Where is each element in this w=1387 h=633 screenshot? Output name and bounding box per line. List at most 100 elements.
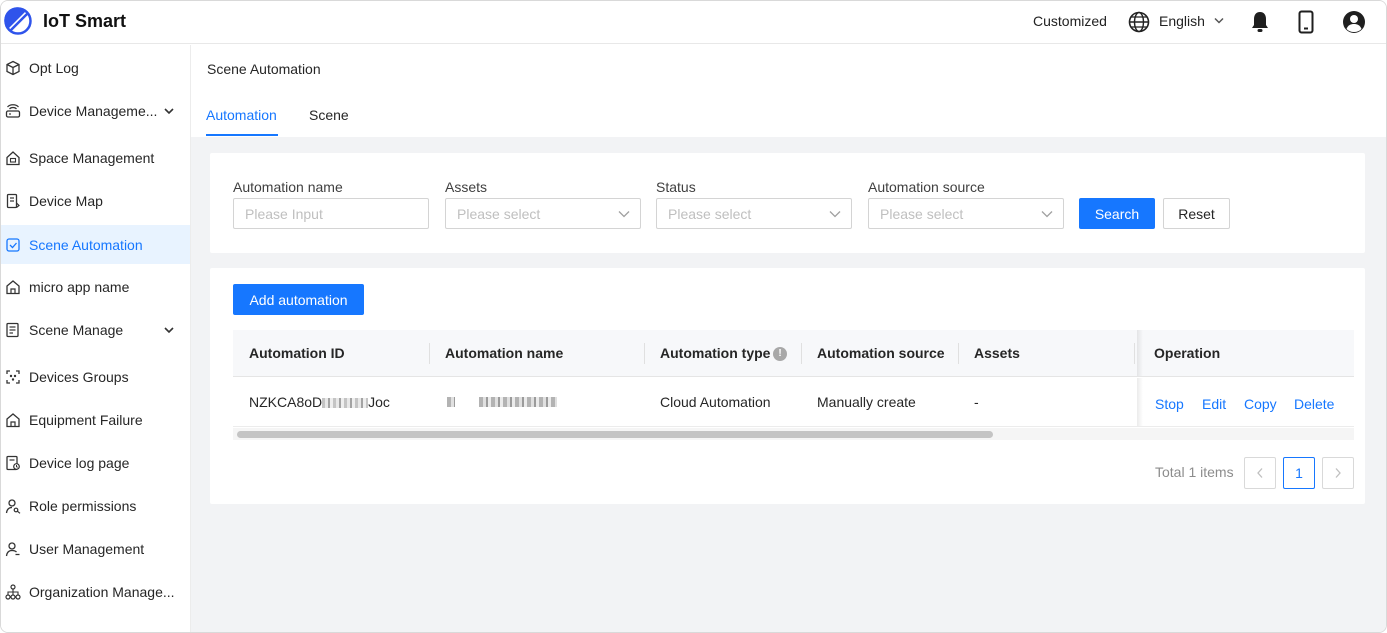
sidebar-item-scene-automation[interactable]: Scene Automation [1, 225, 190, 264]
home-outline-icon [6, 413, 20, 428]
column-automation-id: Automation ID [249, 345, 345, 361]
add-automation-button[interactable]: Add automation [233, 284, 364, 315]
log-icon [6, 455, 20, 471]
main-content: Scene Automation Automation Scene Automa… [191, 45, 1386, 632]
sidebar-item-role-permissions[interactable]: Role permissions [1, 487, 190, 525]
sidebar-item-device-management[interactable]: Device Manageme... [1, 92, 190, 130]
assets-placeholder: Please select [457, 206, 541, 222]
sidebar-item-organization-management[interactable]: Organization Manage... [1, 573, 190, 611]
automation-name-label: Automation name [233, 179, 343, 195]
sidebar-item-label: Devices Groups [29, 369, 129, 385]
chevron-down-icon[interactable] [163, 105, 175, 117]
automation-source-cell: Manually create [817, 394, 916, 410]
pagination-next-button[interactable] [1322, 457, 1354, 489]
edit-link[interactable]: Edit [1202, 396, 1226, 412]
chevron-down-icon [1041, 211, 1053, 218]
chevron-right-icon [1335, 468, 1341, 478]
copy-link[interactable]: Copy [1244, 396, 1277, 412]
sidebar-item-scene-manage[interactable]: Scene Manage [1, 311, 190, 349]
column-automation-name: Automation name [445, 345, 564, 361]
fixed-column-shadow [1137, 378, 1143, 426]
stop-link[interactable]: Stop [1155, 396, 1184, 412]
app-title: IoT Smart [43, 11, 127, 31]
automation-type-cell: Cloud Automation [660, 394, 771, 410]
redacted-text [447, 397, 455, 407]
page-header: Scene Automation Automation Scene [191, 45, 1386, 137]
fixed-column-shadow [1137, 330, 1143, 376]
app-logo-icon [4, 7, 32, 35]
sidebar-item-equipment-failure[interactable]: Equipment Failure [1, 401, 190, 439]
app-window: IoT Smart Customized English Opt Log Dev… [0, 0, 1387, 633]
sidebar-item-label: Organization Manage... [29, 584, 175, 600]
chevron-down-icon [618, 211, 630, 218]
assets-select[interactable]: Please select [445, 198, 641, 229]
pagination-prev-button[interactable] [1244, 457, 1276, 489]
chevron-down-icon[interactable] [163, 324, 175, 336]
automation-list-panel: Add automation Automation ID Automation … [210, 268, 1365, 504]
filter-panel: Automation name Assets Please select Sta… [210, 153, 1365, 253]
org-icon [5, 584, 21, 600]
sidebar-item-label: Device Map [29, 193, 103, 209]
pagination-page-1[interactable]: 1 [1283, 457, 1315, 489]
group-icon [6, 370, 20, 384]
chevron-left-icon [1257, 468, 1263, 478]
cube-icon [6, 60, 20, 76]
column-assets: Assets [974, 345, 1020, 361]
top-bar: IoT Smart Customized English [1, 1, 1386, 44]
automation-source-select[interactable]: Please select [868, 198, 1064, 229]
sidebar-item-micro-app-name[interactable]: micro app name [1, 268, 190, 306]
user-avatar-icon[interactable] [1342, 10, 1366, 34]
column-divider [958, 343, 959, 364]
sidebar: Opt Log Device Manageme... Space Managem… [1, 45, 191, 632]
table-row: NZKCA8oD Joc Cloud Automation Manually cr… [233, 378, 1354, 427]
globe-icon[interactable] [1128, 11, 1150, 33]
search-button[interactable]: Search [1079, 198, 1155, 229]
sidebar-item-label: Scene Automation [29, 236, 143, 253]
assets-cell: - [974, 394, 979, 410]
table-header: Automation ID Automation name Automation… [233, 330, 1354, 377]
sidebar-item-opt-log[interactable]: Opt Log [1, 49, 190, 87]
tab-scene[interactable]: Scene [309, 107, 349, 123]
sidebar-item-devices-groups[interactable]: Devices Groups [1, 358, 190, 396]
tab-automation[interactable]: Automation [206, 107, 277, 123]
active-tab-indicator [206, 134, 278, 136]
column-automation-source: Automation source [817, 345, 945, 361]
map-icon [6, 193, 20, 209]
delete-link[interactable]: Delete [1294, 396, 1334, 412]
pagination-total: Total 1 items [1155, 464, 1234, 480]
column-divider [644, 343, 645, 364]
scrollbar-thumb[interactable] [237, 431, 993, 438]
chevron-down-icon [829, 211, 841, 218]
automation-name-input[interactable] [233, 198, 429, 229]
language-selector[interactable]: English [1159, 13, 1205, 29]
sidebar-item-label: Equipment Failure [29, 412, 143, 428]
bell-icon[interactable] [1251, 11, 1269, 33]
phone-icon[interactable] [1298, 10, 1314, 34]
user-key-icon [5, 499, 21, 514]
column-divider [801, 343, 802, 364]
status-select[interactable]: Please select [656, 198, 852, 229]
router-icon [5, 104, 21, 118]
sidebar-item-label: Space Management [29, 150, 155, 166]
reset-button[interactable]: Reset [1163, 198, 1230, 229]
home-outline-icon [6, 280, 20, 295]
chevron-down-icon[interactable] [1214, 17, 1224, 25]
page-title: Scene Automation [207, 61, 321, 77]
sidebar-item-label: Scene Manage [29, 322, 124, 338]
column-divider [429, 343, 430, 364]
status-label: Status [656, 179, 696, 195]
sidebar-item-device-map[interactable]: Device Map [1, 182, 190, 220]
sidebar-item-space-management[interactable]: Space Management [1, 139, 190, 177]
house-icon [6, 151, 20, 166]
redacted-text [479, 397, 557, 407]
customized-link[interactable]: Customized [1033, 13, 1107, 29]
sidebar-item-label: User Management [29, 541, 145, 557]
horizontal-scrollbar[interactable] [233, 428, 1354, 440]
sidebar-item-user-management[interactable]: User Management [1, 530, 190, 568]
sidebar-item-label: Device log page [29, 455, 130, 471]
sidebar-item-label: Opt Log [29, 60, 79, 76]
column-automation-type: Automation type [660, 345, 771, 361]
sidebar-item-label: Role permissions [29, 498, 137, 514]
sidebar-item-device-log-page[interactable]: Device log page [1, 444, 190, 482]
info-icon[interactable]: ! [773, 347, 787, 361]
